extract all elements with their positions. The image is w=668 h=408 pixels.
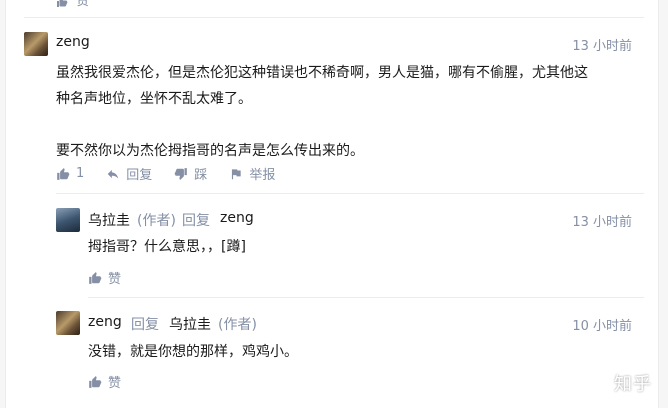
zhihu-watermark: 知乎 [614,374,652,395]
like-label: 赞 [108,272,122,287]
reply-button[interactable]: 回复 [106,164,152,183]
avatar[interactable] [24,32,48,56]
comment-text-line: 种名声地位，坐怀不乱太难了。 [56,91,252,107]
author-tag: (作者) [137,213,176,229]
comment-text-line: 要不然你以为杰伦拇指哥的名声是怎么传出来的。 [56,143,364,159]
comment-author[interactable]: zeng [88,314,122,330]
comment-time: 13 小时前 [572,215,632,230]
thumbs-up-icon [89,375,102,388]
reply-icon [108,169,119,179]
previous-comment-like[interactable]: 赞 [56,0,89,9]
like-count: 1 [76,166,85,181]
comment-time: 13 小时前 [572,39,632,54]
scrollbar-track[interactable] [658,0,668,408]
comment-time: 10 小时前 [572,319,632,334]
comment-actions: 赞 [88,372,143,391]
author-tag: (作者) [218,317,257,333]
left-frame-edge [0,0,6,408]
report-label: 举报 [249,168,276,183]
report-button[interactable]: 举报 [229,164,275,183]
reply-label: 回复 [126,168,153,183]
comment-author[interactable]: 乌拉圭 [88,210,130,230]
comment-text: 拇指哥？什么意思，，[蹲] [88,239,246,255]
like-button[interactable]: 赞 [88,268,121,287]
comment-text-line: 虽然我很爱杰伦，但是杰伦犯这种错误也不稀奇啊，男人是猫，哪有不偷腥，尤其他这 [56,65,588,81]
like-button[interactable]: 1 [56,166,84,181]
reply-target-user[interactable]: zeng [220,210,254,226]
comment-actions: 赞 [88,268,143,287]
comment-author[interactable]: zeng [56,34,90,50]
flag-icon [232,168,241,179]
reply-word: 回复 [131,317,159,333]
divider [24,17,644,18]
dislike-label: 踩 [194,168,208,183]
divider [56,193,644,194]
comment-text: 没错，就是你想的那样，鸡鸡小。 [88,344,298,360]
previous-like-label: 赞 [76,0,90,9]
like-button[interactable]: 赞 [88,372,121,391]
thumbs-up-icon [89,271,102,284]
dislike-button[interactable]: 踩 [174,164,207,183]
reply-target-user[interactable]: 乌拉圭 [169,314,211,334]
divider [88,297,644,298]
comment-text: 虽然我很爱杰伦，但是杰伦犯这种错误也不稀奇啊，男人是猫，哪有不偷腥，尤其他这 种… [56,60,646,164]
avatar[interactable] [56,208,80,232]
like-label: 赞 [108,376,122,391]
thumbs-down-icon [174,167,188,180]
avatar[interactable] [56,311,80,335]
comment-actions: 1 回复 踩 举报 [56,164,297,183]
thumbs-up-icon [57,0,68,7]
reply-word: 回复 [182,213,210,229]
thumbs-up-icon [57,167,70,180]
